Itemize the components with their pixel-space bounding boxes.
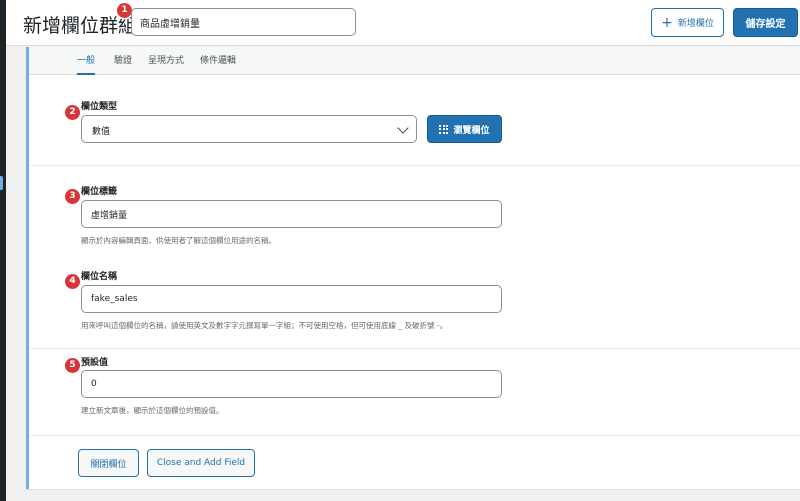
add-field-button[interactable]: + 新增欄位	[651, 8, 724, 37]
step-badge-3: 3	[65, 189, 80, 204]
step-badge-4: 4	[65, 274, 80, 289]
field-type-select[interactable]: 數值	[81, 115, 417, 143]
browse-fields-button[interactable]: 瀏覽欄位	[427, 115, 502, 143]
field-label-input[interactable]	[81, 200, 502, 228]
step-badge-2: 2	[65, 105, 80, 120]
default-value-label: 預設值	[81, 358, 109, 368]
sidebar-collapse-handle[interactable]	[0, 176, 3, 190]
close-and-add-field-button[interactable]: Close and Add Field	[147, 449, 255, 477]
field-settings-panel: 一般 驗證 呈現方式 條件邏輯 2 欄位類型 數值 瀏覽欄位 3 欄位標籤 顯示…	[26, 47, 800, 501]
group-title-input[interactable]	[131, 8, 356, 36]
default-value-input[interactable]	[81, 370, 502, 398]
section-divider	[29, 348, 800, 349]
section-divider	[29, 435, 800, 436]
field-label-label: 欄位標籤	[81, 187, 118, 197]
field-label-help: 顯示於內容編輯頁面、供使用者了解這個欄位用途的名稱。	[81, 236, 276, 245]
field-name-label: 欄位名稱	[81, 272, 118, 282]
tab-presentation[interactable]: 呈現方式	[148, 53, 184, 75]
field-type-selected: 數值	[92, 127, 111, 137]
tab-general[interactable]: 一般	[77, 53, 96, 75]
browse-fields-label: 瀏覽欄位	[453, 125, 490, 136]
step-badge-1: 1	[117, 3, 132, 18]
grid-icon	[439, 124, 449, 134]
field-type-label: 欄位類型	[81, 102, 118, 112]
step-badge-5: 5	[65, 358, 80, 373]
save-button[interactable]: 儲存設定	[733, 8, 798, 37]
tab-validation[interactable]: 驗證	[114, 53, 132, 75]
tab-conditional-logic[interactable]: 條件邏輯	[200, 53, 236, 75]
admin-sidebar-strip	[0, 0, 6, 501]
panel-bottom-edge	[26, 489, 800, 501]
field-name-help: 用來呼叫這個欄位的名稱，請使用英文及數字字元撰寫單一字組；不可使用空格，但可使用…	[81, 321, 448, 330]
field-name-input[interactable]	[81, 285, 502, 313]
section-divider	[29, 165, 800, 166]
add-field-label: 新增欄位	[677, 19, 714, 29]
close-field-button[interactable]: 關閉欄位	[78, 449, 139, 477]
header-bar: 新增欄位群組 1 + 新增欄位 儲存設定	[6, 0, 800, 46]
plus-icon: +	[661, 14, 673, 31]
settings-tabs: 一般 驗證 呈現方式 條件邏輯	[29, 47, 800, 75]
default-value-help: 建立新文章後，顯示於這個欄位的預設值。	[81, 406, 224, 415]
chevron-down-icon	[397, 122, 409, 134]
